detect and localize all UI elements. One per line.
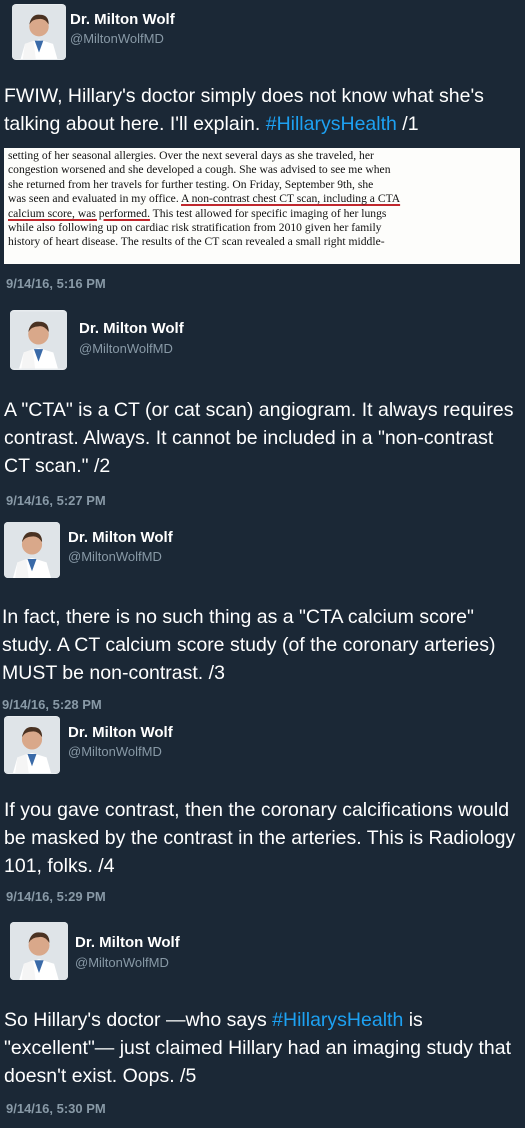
tweet-text: So Hillary's doctor —who says #HillarysH…: [4, 1006, 522, 1090]
doc-line-part: This test allowed for specific imaging o…: [149, 206, 387, 220]
doctor-avatar-icon: [4, 522, 60, 578]
hashtag-link[interactable]: #HillarysHealth: [266, 113, 397, 135]
author-name[interactable]: Dr. Milton Wolf: [68, 529, 173, 546]
author-handle[interactable]: @MiltonWolfMD: [68, 744, 162, 759]
doc-underlined-text: calcium score, was performed.: [8, 206, 150, 220]
avatar[interactable]: [4, 522, 60, 578]
doc-line: congestion worsened and she developed a …: [8, 163, 391, 177]
tweet-text: In fact, there is no such thing as a "CT…: [2, 606, 496, 684]
doc-line: calcium score, was performed. This test …: [8, 207, 516, 221]
author-handle[interactable]: @MiltonWolfMD: [70, 31, 164, 46]
tweet-1: Dr. Milton Wolf @MiltonWolfMD FWIW, Hill…: [0, 0, 525, 291]
tweet-text: FWIW, Hillary's doctor simply does not k…: [4, 82, 522, 138]
doctor-avatar-icon: [12, 5, 66, 59]
author-name[interactable]: Dr. Milton Wolf: [75, 934, 180, 951]
avatar[interactable]: [4, 716, 60, 774]
author-name[interactable]: Dr. Milton Wolf: [68, 724, 173, 741]
avatar[interactable]: [10, 922, 68, 980]
doctor-avatar-icon: [10, 311, 67, 369]
doc-line: setting of her seasonal allergies. Over …: [8, 149, 374, 162]
doc-line: history of heart disease. The results of…: [8, 235, 385, 249]
doc-line: while also following up on cardiac risk …: [8, 221, 382, 235]
doctor-avatar-icon: [4, 717, 60, 773]
attached-document-image[interactable]: setting of her seasonal allergies. Over …: [4, 148, 520, 264]
tweet-text: A "CTA" is a CT (or cat scan) angiogram.…: [4, 399, 514, 477]
tweet-timestamp[interactable]: 9/14/16, 5:30 PM: [6, 1101, 106, 1116]
tweet-timestamp[interactable]: 9/14/16, 5:27 PM: [6, 493, 106, 508]
tweet-text-part: So Hillary's doctor —who says: [4, 1009, 273, 1031]
author-name[interactable]: Dr. Milton Wolf: [70, 11, 175, 28]
author-handle[interactable]: @MiltonWolfMD: [79, 341, 173, 356]
doctor-avatar-icon: [10, 922, 68, 980]
author-handle[interactable]: @MiltonWolfMD: [68, 549, 162, 564]
author-name[interactable]: Dr. Milton Wolf: [79, 320, 184, 337]
tweet-text-part: /1: [396, 113, 419, 135]
doc-line: was seen and evaluated in my office. A n…: [8, 192, 516, 206]
doc-line: she returned from her travels for furthe…: [8, 177, 374, 191]
tweet-text: If you gave contrast, then the coronary …: [4, 799, 516, 877]
tweet-timestamp[interactable]: 9/14/16, 5:29 PM: [6, 889, 106, 904]
avatar[interactable]: [12, 4, 66, 60]
doc-line-part: was seen and evaluated in my office.: [8, 192, 181, 206]
hashtag-link[interactable]: #HillarysHealth: [272, 1009, 403, 1031]
doc-underlined-text: A non-contrast chest CT scan, including …: [181, 192, 401, 206]
tweet-timestamp[interactable]: 9/14/16, 5:16 PM: [6, 276, 106, 291]
author-handle[interactable]: @MiltonWolfMD: [75, 955, 169, 970]
tweet-timestamp[interactable]: 9/14/16, 5:28 PM: [2, 697, 102, 712]
avatar[interactable]: [10, 310, 67, 370]
